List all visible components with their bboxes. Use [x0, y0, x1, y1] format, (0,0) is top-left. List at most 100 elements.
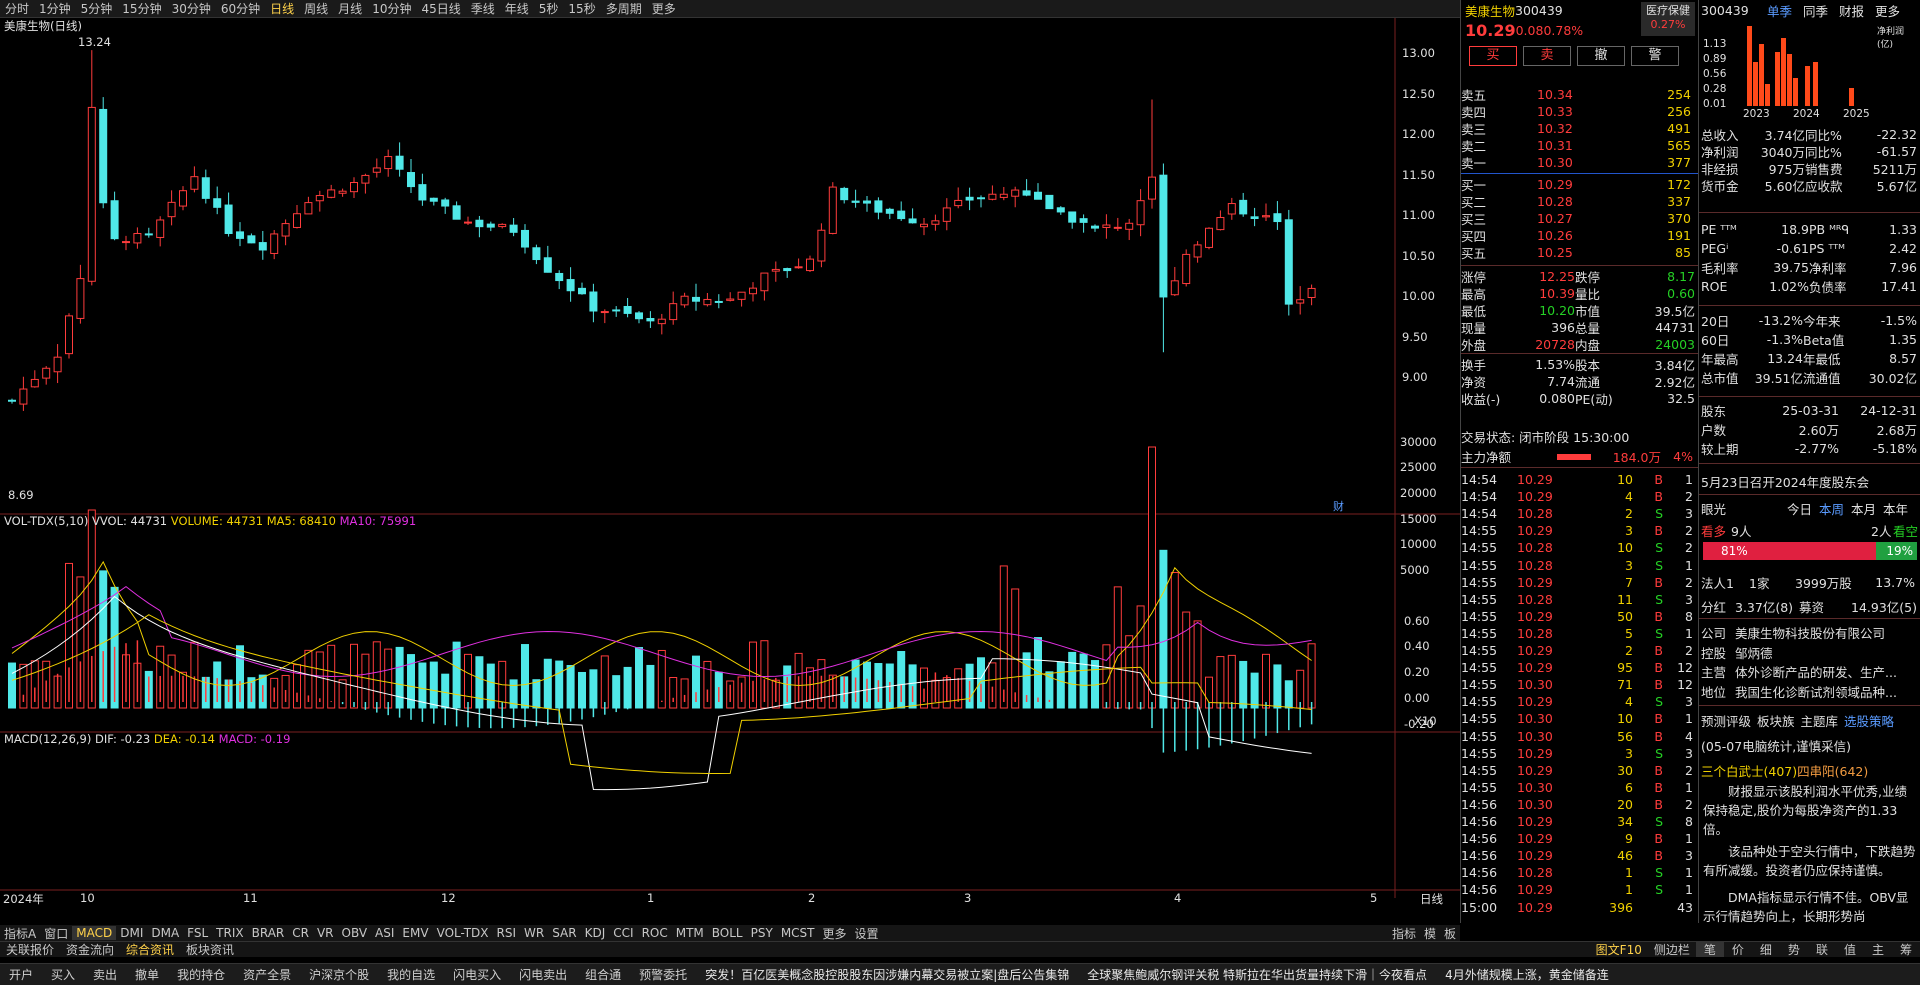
indicator-tab[interactable]: 更多 — [819, 925, 851, 941]
task-button[interactable]: 我的持仓 — [168, 966, 234, 983]
period-tab[interactable]: 1分钟 — [34, 0, 76, 17]
period-tab[interactable]: 年线 — [500, 0, 534, 17]
period-tab[interactable]: 15秒 — [563, 0, 600, 17]
task-button[interactable]: 闪电卖出 — [510, 966, 576, 983]
indicator-tab[interactable]: WR — [520, 926, 548, 940]
indicator-tab[interactable]: ASI — [371, 926, 398, 940]
info-tab[interactable]: 板块资讯 — [180, 942, 240, 957]
period-tab[interactable]: 月线 — [333, 0, 367, 17]
quote-subtab[interactable]: 值 — [1836, 942, 1864, 957]
period-tab[interactable]: 15分钟 — [117, 0, 166, 17]
cell[interactable]: 本年 — [1883, 499, 1915, 518]
cell[interactable]: 板块族 — [1757, 711, 1795, 730]
task-button[interactable]: 撤单 — [126, 966, 168, 983]
indicator-tab[interactable]: RSI — [493, 926, 521, 940]
indicator-tab[interactable]: CCI — [609, 926, 637, 940]
info-tab[interactable]: 综合资讯 — [120, 942, 180, 957]
cell: 10.28 — [1517, 865, 1553, 881]
period-tab[interactable]: 60分钟 — [216, 0, 265, 17]
quote-subtab[interactable]: 笔 — [1695, 942, 1724, 957]
indicator-tab[interactable]: ROC — [638, 926, 672, 940]
cell: 应收款 — [1805, 179, 1843, 194]
task-button[interactable]: 开户 — [0, 966, 42, 983]
quote-subtab[interactable]: 细 — [1752, 942, 1780, 957]
info-tab[interactable]: 关联报价 — [0, 942, 60, 957]
cell[interactable]: 选股策略 — [1844, 711, 1894, 730]
trade-btn-2[interactable]: 撤 — [1577, 46, 1625, 66]
candle-body — [578, 287, 586, 295]
period-tab[interactable]: 5秒 — [534, 0, 564, 17]
indicator-tab[interactable]: OBV — [338, 926, 372, 940]
kline-chart-area[interactable]: 美康生物(日线) 13.24 8.69 财 VOL-TDX(5,10) VVOL… — [0, 18, 1460, 923]
cai-marker[interactable]: 财 — [1333, 498, 1344, 514]
quote-subtab[interactable]: 筹 — [1892, 942, 1920, 957]
indicator-tab[interactable]: KDJ — [581, 926, 610, 940]
indicator-tab[interactable]: EMV — [398, 926, 432, 940]
period-tab[interactable]: 更多 — [647, 0, 681, 17]
info-tab[interactable]: 资金流向 — [60, 942, 120, 957]
period-tab[interactable]: 30分钟 — [167, 0, 216, 17]
trade-btn-0[interactable]: 买 — [1469, 46, 1517, 66]
cell[interactable]: 同季 — [1803, 1, 1839, 20]
period-tab[interactable]: 多周期 — [601, 0, 647, 17]
cell[interactable]: 单季 — [1767, 1, 1803, 20]
task-button[interactable]: 预警委托 — [630, 966, 696, 983]
indicator-tab[interactable]: FSL — [183, 926, 212, 940]
period-tab[interactable]: 季线 — [466, 0, 500, 17]
cell[interactable]: 本月 — [1851, 499, 1883, 518]
indicator-tab[interactable]: BRAR — [248, 926, 289, 940]
indicator-tab[interactable]: 指标A — [0, 925, 40, 941]
period-tab[interactable]: 10分钟 — [367, 0, 416, 17]
indicator-tab[interactable]: MTM — [672, 926, 708, 940]
indicator-tab[interactable]: VR — [313, 926, 338, 940]
news-ticker-3[interactable]: 4月外储规模上涨，黄金储备连 — [1436, 966, 1618, 983]
period-tab[interactable]: 5分钟 — [76, 0, 118, 17]
cell: B — [1654, 489, 1663, 505]
cell[interactable]: 预测评级 — [1701, 711, 1751, 730]
period-tab[interactable]: 分时 — [0, 0, 34, 17]
news-ticker-2[interactable]: 全球聚焦鲍威尔钢评关税 特斯拉在华出货量持续下滑｜今夜看点 — [1078, 966, 1436, 983]
indicator-tab[interactable]: PSY — [747, 926, 777, 940]
chart-canvas[interactable] — [0, 18, 1460, 923]
indicator-tab[interactable]: SAR — [548, 926, 580, 940]
task-button[interactable]: 我的自选 — [378, 966, 444, 983]
side-tab[interactable]: 图文F10 — [1590, 942, 1648, 957]
period-tab[interactable]: 45日线 — [416, 0, 465, 17]
task-button[interactable]: 闪电买入 — [444, 966, 510, 983]
cell[interactable]: 本周 — [1819, 499, 1851, 518]
period-tab[interactable]: 日线 — [265, 0, 299, 17]
cell[interactable]: 主题库 — [1801, 711, 1839, 730]
task-button[interactable]: 沪深京个股 — [300, 966, 378, 983]
task-button[interactable]: 组合通 — [576, 966, 630, 983]
trade-btn-1[interactable]: 卖 — [1523, 46, 1571, 66]
period-tab[interactable]: 周线 — [299, 0, 333, 17]
task-button[interactable]: 卖出 — [84, 966, 126, 983]
side-tab[interactable]: 侧边栏 — [1648, 942, 1696, 957]
indicator-tab[interactable]: MCST — [777, 926, 819, 940]
indicator-tab[interactable]: DMA — [147, 926, 183, 940]
cell[interactable]: 5月23日召开2024年度股东会 — [1701, 472, 1917, 491]
quote-subtab[interactable]: 主 — [1864, 942, 1892, 957]
task-button[interactable]: 资产全景 — [234, 966, 300, 983]
quote-subtab[interactable]: 价 — [1724, 942, 1752, 957]
quote-subtab[interactable]: 势 — [1780, 942, 1808, 957]
indicator-tab[interactable]: 设置 — [851, 925, 883, 941]
task-button[interactable]: 买入 — [42, 966, 84, 983]
indicator-tab[interactable]: CR — [288, 926, 313, 940]
cell[interactable]: 今日 — [1787, 499, 1819, 518]
indicator-tab[interactable]: BOLL — [708, 926, 747, 940]
indicator-tab[interactable]: DMI — [116, 926, 147, 940]
panel-tab[interactable]: 板 — [1440, 925, 1460, 941]
indicator-tab[interactable]: TRIX — [212, 926, 247, 940]
cell: -22.32 — [1876, 127, 1917, 142]
indicator-tab[interactable]: MACD — [72, 926, 117, 940]
indicator-tab[interactable]: VOL-TDX — [433, 926, 493, 940]
panel-tab[interactable]: 模 — [1420, 925, 1440, 941]
cell[interactable]: 财报 — [1839, 1, 1875, 20]
quote-subtab[interactable]: 联 — [1808, 942, 1836, 957]
panel-tab[interactable]: 指标 — [1388, 925, 1420, 941]
news-ticker[interactable]: 突发！百亿医美概念股控股股东因涉嫌内幕交易被立案|盘后公告集锦 — [696, 966, 1078, 983]
trade-btn-3[interactable]: 警 — [1631, 46, 1679, 66]
cell[interactable]: 更多 — [1875, 1, 1911, 20]
indicator-tab[interactable]: 窗口 — [40, 925, 72, 941]
